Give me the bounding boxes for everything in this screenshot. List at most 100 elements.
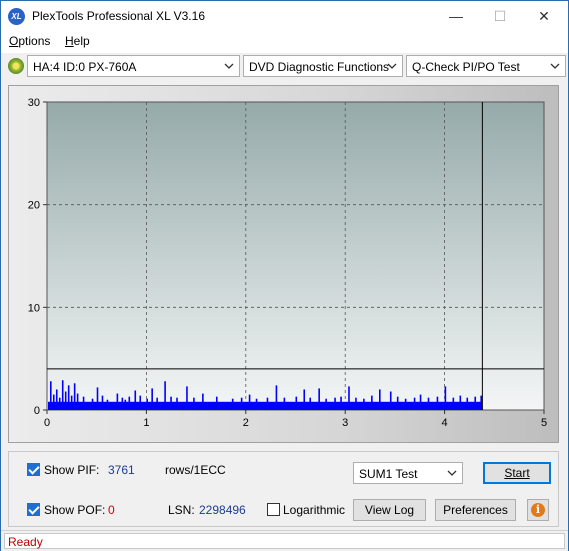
pif-bar	[427, 397, 430, 410]
pif-bar	[413, 397, 416, 410]
chevron-down-icon	[224, 63, 234, 69]
disc-drive-icon	[8, 58, 24, 74]
pif-unit: rows/1ECC	[165, 463, 226, 477]
pif-bar	[348, 386, 350, 410]
pif-bar	[202, 393, 204, 410]
x-tick-label: 3	[342, 417, 348, 429]
pif-bar	[240, 397, 243, 410]
menu-help-accel: H	[65, 34, 74, 48]
show-pif-checkbox[interactable]	[27, 463, 40, 476]
pif-bar	[474, 396, 477, 410]
lsn-label: LSN:	[168, 503, 195, 517]
test-select[interactable]: Q-Check PI/PO Test	[406, 55, 566, 77]
y-tick-label: 10	[28, 302, 40, 314]
plextools-logo-icon: XL	[8, 8, 25, 25]
pif-bar	[325, 398, 327, 410]
pif-bar	[363, 398, 365, 410]
pif-bar	[231, 398, 234, 410]
info-icon: i	[531, 503, 545, 517]
start-button[interactable]: Start	[483, 462, 551, 484]
pif-bar	[255, 398, 258, 410]
pif-bar	[275, 385, 278, 410]
pif-bar	[466, 397, 469, 410]
pif-bar	[404, 398, 407, 410]
toolbar: HA:4 ID:0 PX-760A DVD Diagnostic Functio…	[1, 53, 568, 79]
drive-select-value: HA:4 ID:0 PX-760A	[33, 60, 137, 74]
y-tick-label: 30	[28, 97, 40, 109]
maximize-button[interactable]: ☐	[478, 4, 522, 28]
pif-bar	[106, 399, 109, 410]
pif-bar	[186, 386, 188, 410]
pif-bar	[164, 381, 166, 410]
menu-options[interactable]: Options	[9, 34, 50, 48]
chevron-down-icon	[447, 470, 457, 476]
minimize-button[interactable]: —	[434, 4, 478, 28]
x-tick-label: 1	[143, 417, 149, 429]
show-pof-checkbox[interactable]	[27, 503, 40, 516]
plot-area	[46, 101, 545, 411]
pif-bar	[396, 396, 399, 410]
pif-bar	[91, 398, 94, 410]
pif-bar	[73, 383, 76, 410]
pif-bar	[170, 396, 172, 410]
pif-bar	[58, 397, 61, 410]
pif-bar	[283, 397, 286, 410]
x-tick-label: 4	[442, 417, 448, 429]
pif-bar	[82, 396, 85, 410]
show-pof-label: Show POF:	[44, 503, 106, 517]
pif-bar	[355, 397, 357, 410]
function-select[interactable]: DVD Diagnostic Functions	[243, 55, 403, 77]
pif-bar	[52, 394, 55, 410]
pif-bar	[176, 397, 178, 410]
lsn-value: 2298496	[199, 503, 246, 517]
x-tick-label: 2	[243, 417, 249, 429]
controls-panel: Show PIF: 3761 rows/1ECC SUM1 Test Start…	[8, 451, 559, 527]
preferences-button[interactable]: Preferences	[435, 499, 516, 521]
pif-bar	[371, 395, 373, 410]
pif-bar	[334, 397, 336, 410]
menu-options-label: ptions	[18, 34, 51, 48]
pif-bar	[55, 389, 58, 410]
pif-bar	[419, 394, 422, 410]
pif-bar	[248, 394, 251, 410]
sum-test-select[interactable]: SUM1 Test	[353, 462, 463, 484]
app-window: XL PlexTools Professional XL V3.16 — ☐ ✕…	[0, 0, 569, 551]
view-log-label: View Log	[364, 503, 415, 517]
preferences-label: Preferences	[443, 503, 508, 517]
pif-bar	[452, 397, 455, 410]
logarithmic-checkbox[interactable]	[267, 503, 280, 516]
pif-bar	[121, 397, 124, 410]
chart-panel: 0 1 2 3 4 5 0 10 20 30	[8, 85, 559, 443]
pif-bar	[215, 396, 218, 410]
menu-bar: Options Help	[1, 31, 568, 53]
pif-bar	[480, 395, 482, 410]
pif-bar	[295, 396, 298, 410]
logarithmic-label: Logarithmic	[283, 503, 346, 517]
view-log-button[interactable]: View Log	[353, 499, 426, 521]
pif-bar	[134, 390, 137, 410]
pif-bar	[139, 395, 142, 410]
pif-bar	[76, 393, 79, 410]
x-tick-label: 5	[541, 417, 547, 429]
pif-bar	[436, 396, 439, 410]
pif-bar	[146, 398, 148, 410]
y-tick-label: 0	[34, 405, 40, 417]
show-pif-label: Show PIF:	[44, 463, 100, 477]
pif-bar	[193, 397, 195, 410]
close-button[interactable]: ✕	[522, 4, 566, 28]
status-bar: Ready	[1, 530, 568, 551]
pif-value: 3761	[108, 463, 135, 477]
menu-options-accel: O	[9, 34, 19, 48]
sum-test-value: SUM1 Test	[359, 467, 418, 481]
start-button-label: Start	[504, 466, 530, 480]
pif-bar	[151, 388, 153, 410]
test-select-value: Q-Check PI/PO Test	[412, 60, 520, 74]
info-button[interactable]: i	[527, 499, 549, 521]
pif-baseline-band	[48, 401, 483, 410]
pif-bar	[124, 399, 127, 410]
drive-select[interactable]: HA:4 ID:0 PX-760A	[27, 55, 240, 77]
pif-bar	[444, 386, 447, 410]
title-bar[interactable]: XL PlexTools Professional XL V3.16 — ☐ ✕	[1, 1, 568, 31]
pi-po-chart: 0 1 2 3 4 5 0 10 20 30	[28, 97, 547, 429]
menu-help[interactable]: Help	[65, 34, 90, 48]
